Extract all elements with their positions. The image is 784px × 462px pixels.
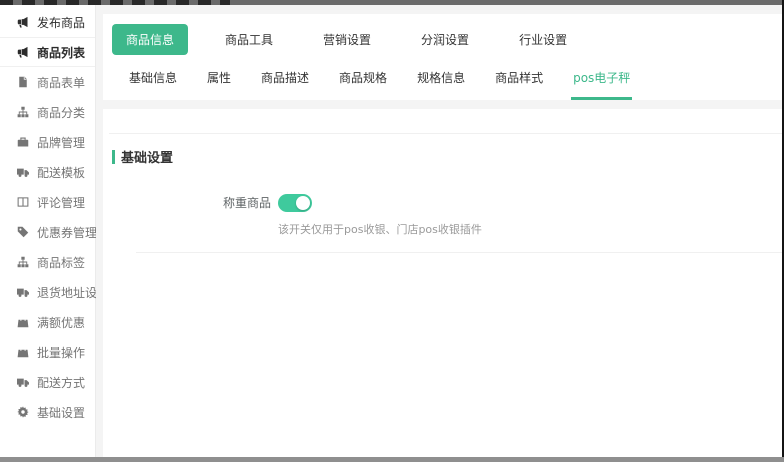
sidebar-item[interactable]: 优惠券管理	[0, 217, 98, 247]
toggle-knob	[296, 196, 310, 210]
sidebar-item[interactable]: 配送方式	[0, 367, 95, 397]
sidebar-item[interactable]: 满额优惠	[0, 307, 95, 337]
sidebar-item[interactable]: 配送模板	[0, 157, 95, 187]
sidebar-item-label: 配送方式	[37, 375, 86, 390]
sidebar-menu: 发布商品 商品列表 商品表单 商品分类 品牌管理 配送模板 评论管理 优惠券管理…	[0, 5, 109, 457]
sitemap-icon	[17, 106, 29, 118]
bag-icon	[17, 316, 29, 328]
primary-tab[interactable]: 商品信息	[112, 24, 189, 55]
columns-icon	[17, 197, 29, 207]
sidebar-item-label: 评论管理	[37, 195, 86, 210]
primary-tab[interactable]: 分润设置	[408, 24, 482, 55]
sidebar-item-label: 批量操作	[37, 345, 86, 360]
section-accent-bar	[112, 149, 115, 164]
sidebar-item-label: 商品表单	[37, 75, 86, 90]
secondary-tab[interactable]: pos电子秤	[571, 64, 633, 100]
sitemap-icon	[17, 256, 29, 268]
app-shell: 发布商品 商品列表 商品表单 商品分类 品牌管理 配送模板 评论管理 优惠券管理…	[0, 5, 784, 457]
card-separator-band	[103, 100, 784, 109]
content-top-divider	[109, 133, 784, 134]
secondary-tab[interactable]: 属性	[205, 64, 233, 100]
primary-tab[interactable]: 商品工具	[212, 24, 286, 55]
secondary-tab-row: 基础信息 属性 商品描述 商品规格 规格信息 商品样式 pos电子秤	[112, 64, 784, 100]
weighing-goods-label: 称重商品	[222, 196, 271, 210]
content-card: 基础设置 称重商品 该开关仅用于pos收银、门店pos收银插件	[103, 109, 784, 457]
section-header: 基础设置	[112, 147, 784, 166]
weighing-goods-row: 称重商品 该开关仅用于pos收银、门店pos收银插件	[103, 194, 784, 237]
sidebar-item-label: 商品列表	[37, 45, 86, 60]
gear-icon	[17, 406, 29, 418]
sidebar-item-label: 商品分类	[37, 105, 86, 120]
clipped-text-remnants	[0, 0, 230, 5]
file-icon	[19, 76, 27, 88]
form-divider	[136, 252, 784, 253]
sidebar-item-label: 基础设置	[37, 405, 86, 420]
secondary-tab[interactable]: 基础信息	[127, 64, 179, 100]
sidebar-item-label: 配送模板	[37, 165, 86, 180]
secondary-tab[interactable]: 商品样式	[493, 64, 545, 100]
truck-icon	[17, 288, 29, 297]
sidebar-item[interactable]: 商品标签	[0, 247, 95, 277]
primary-tab-row: 商品信息 商品工具 营销设置 分润设置 行业设置	[112, 24, 784, 55]
sidebar-item-label: 优惠券管理	[37, 225, 98, 240]
sidebar-item-label: 品牌管理	[37, 135, 86, 150]
weighing-goods-toggle[interactable]	[278, 194, 312, 212]
secondary-tab[interactable]: 商品规格	[337, 64, 389, 100]
sidebar-item[interactable]: 批量操作	[0, 337, 95, 367]
sidebar-item[interactable]: 基础设置	[0, 397, 95, 427]
sidebar-item-label: 商品标签	[37, 255, 86, 270]
secondary-tab[interactable]: 规格信息	[415, 64, 467, 100]
tabs-card: 商品信息 商品工具 营销设置 分润设置 行业设置 基础信息 属性 商品描述 商品规格 规格信息商…	[103, 14, 784, 100]
briefcase-icon	[17, 137, 29, 147]
sidebar-item[interactable]: 商品列表	[0, 37, 95, 67]
bag-icon	[17, 346, 29, 358]
sidebar-item[interactable]: 商品表单	[0, 67, 95, 97]
sidebar-item[interactable]: 评论管理	[0, 187, 95, 217]
sidebar-gutter	[96, 5, 103, 457]
window-top-bar	[0, 0, 784, 5]
sidebar-item[interactable]: 退货地址设置	[0, 277, 109, 307]
primary-tab[interactable]: 行业设置	[506, 24, 580, 55]
sidebar-item-label: 发布商品	[37, 15, 86, 30]
toggle-help-text: 该开关仅用于pos收银、门店pos收银插件	[278, 223, 482, 236]
truck-icon	[17, 378, 29, 387]
bullhorn-icon	[17, 16, 28, 28]
tag-icon	[17, 226, 29, 238]
sidebar-item-label: 满额优惠	[37, 315, 86, 330]
sidebar-item[interactable]: 发布商品	[0, 7, 95, 37]
secondary-tab[interactable]: 商品描述	[259, 64, 311, 100]
weighing-goods-control: 该开关仅用于pos收银、门店pos收银插件	[278, 194, 482, 237]
main-area: 商品信息 商品工具 营销设置 分润设置 行业设置 基础信息 属性 商品描述 商品规格 规格信息商…	[103, 5, 784, 457]
sidebar-item[interactable]: 商品分类	[0, 97, 95, 127]
bullhorn-icon	[17, 46, 28, 58]
primary-tab[interactable]: 营销设置	[310, 24, 384, 55]
truck-icon	[17, 168, 29, 177]
sidebar-item[interactable]: 品牌管理	[0, 127, 95, 157]
section-title: 基础设置	[121, 151, 174, 166]
window-bottom-bar	[0, 457, 784, 462]
